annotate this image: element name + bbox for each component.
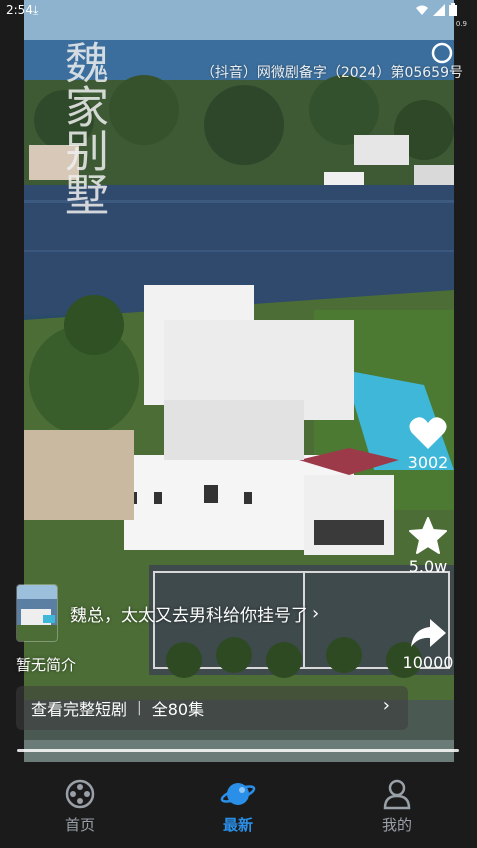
like-count: 3002 [407,453,449,472]
tab-latest-label: 最新 [222,816,253,834]
short-drama-player-screen: 2:54 ⤓ 0.9 魏家别墅 （抖音）网微剧备字（2024）第05659号 3… [0,0,477,848]
wifi-icon [416,5,428,15]
heart-icon [409,417,447,449]
divider: | [137,700,142,716]
video-progress-bar[interactable] [17,749,459,752]
status-time: 2:54 [6,3,33,17]
download-icon: ⤓ [33,3,39,17]
chevron-right-icon: › [312,602,320,624]
tab-mine[interactable]: 我的 [357,778,437,835]
status-indicators [415,3,457,16]
network-speed: 0.9 [455,20,467,28]
favorite-button[interactable]: 5.0w [383,517,473,576]
full-series-label: 查看完整短剧 [31,700,128,719]
tab-mine-label: 我的 [381,816,412,834]
episode-title: 魏总，太太又去男科给你挂号了 [70,605,308,626]
share-count: 10000 [402,653,454,672]
planet-icon [220,783,256,805]
like-button[interactable]: 3002 [383,415,473,472]
film-reel-icon [65,779,95,809]
episode-count: 全80集 [151,700,205,719]
view-full-series-button[interactable]: 查看完整短剧 | 全80集 › [16,686,408,730]
favorite-count: 5.0w [408,557,448,576]
search-icon[interactable] [431,42,453,64]
record-number: （抖音）网微剧备字（2024）第05659号 [200,65,463,81]
tab-latest[interactable]: 最新 [198,778,278,835]
drama-title-overlay: 魏家别墅 [57,40,108,216]
drama-intro: 暂无简介 [16,656,77,674]
tab-home[interactable]: 首页 [40,778,120,835]
star-icon [409,517,447,554]
tab-home-label: 首页 [64,816,95,834]
episode-link[interactable]: 魏总，太太又去男科给你挂号了 › [16,584,319,642]
episode-thumbnail [16,584,58,642]
share-button[interactable]: 10000 [383,615,473,672]
share-arrow-icon [411,619,446,647]
bottom-tab-bar: 首页 最新 我的 [0,762,477,848]
chevron-right-icon: › [382,695,390,716]
status-bar: 2:54 ⤓ 0.9 [0,0,477,28]
person-icon [383,779,411,810]
battery-icon [449,3,457,16]
signal-icon [433,3,445,16]
